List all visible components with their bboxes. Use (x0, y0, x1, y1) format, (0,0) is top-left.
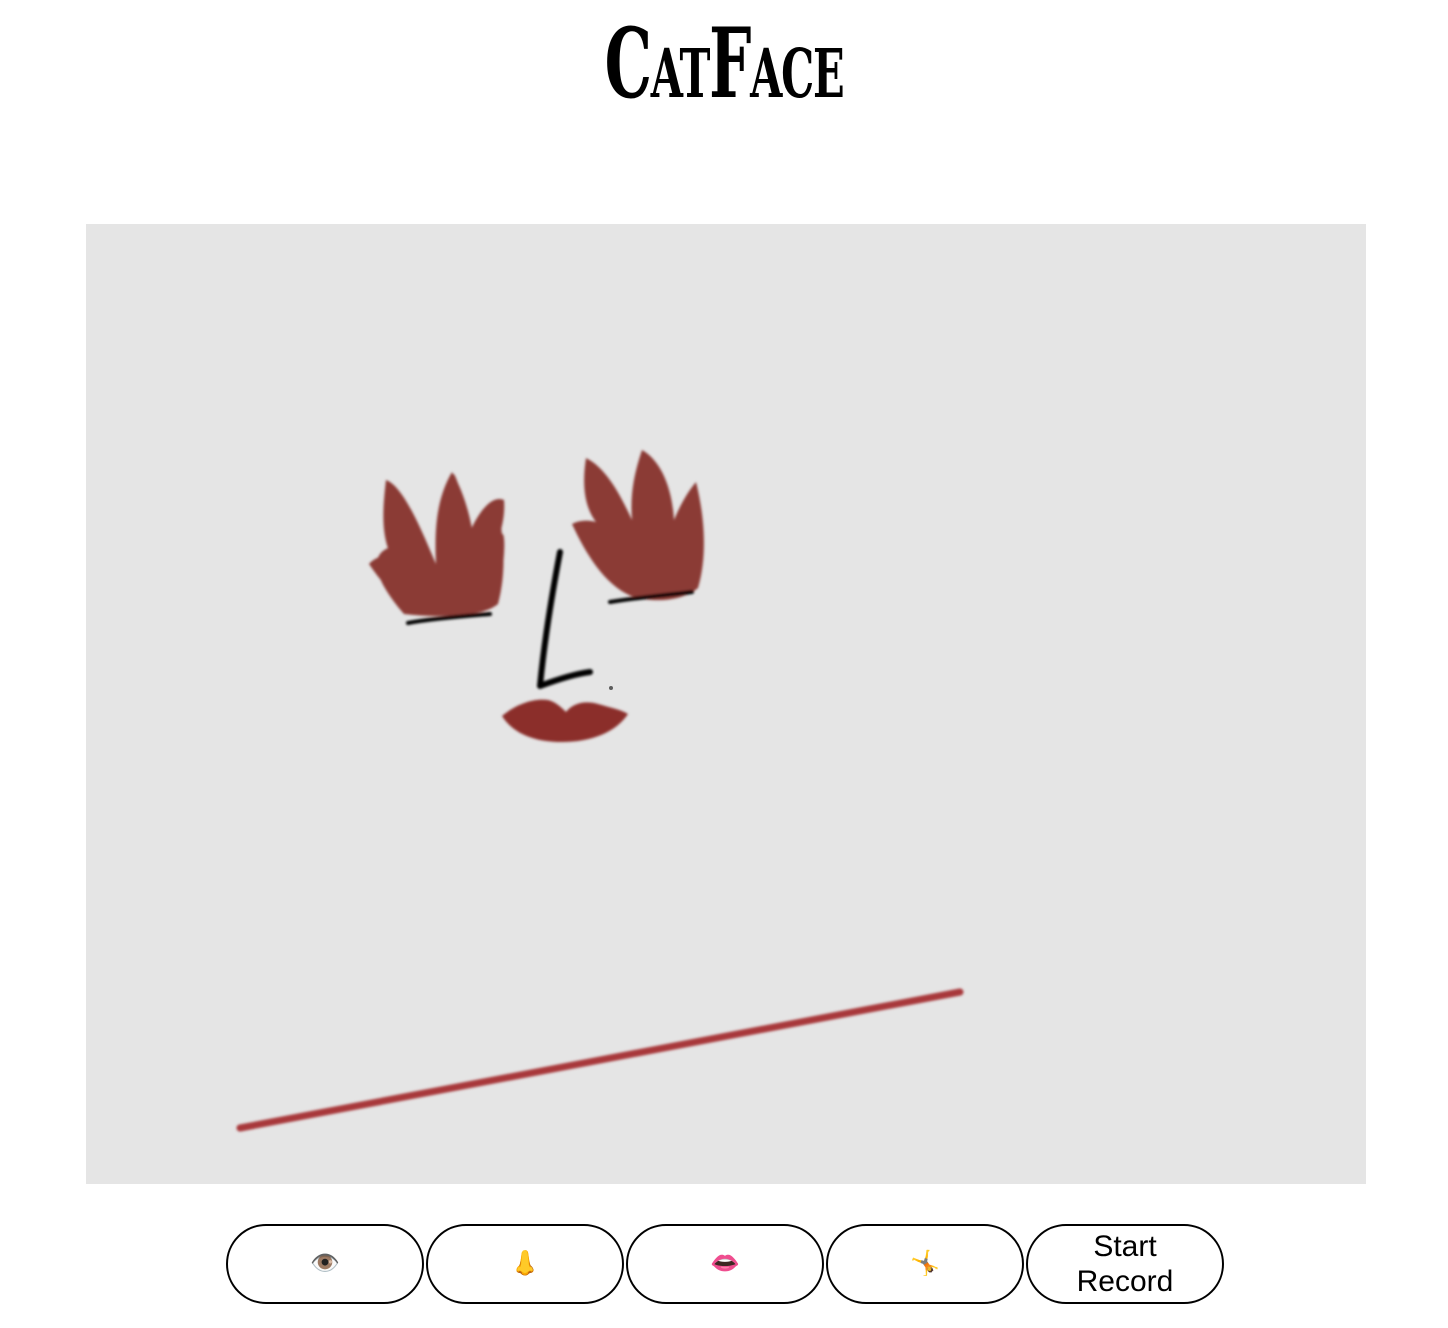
red-line-stroke (236, 988, 964, 1132)
cartwheel-icon: 🤸 (910, 1250, 940, 1277)
start-record-button[interactable]: Start Record (1026, 1224, 1224, 1304)
page-title: CatFace (604, 7, 845, 120)
nose-tool-button[interactable]: 👃 (426, 1224, 624, 1304)
drawing-canvas[interactable] (86, 224, 1366, 1184)
drawing-surface[interactable] (86, 224, 1366, 1184)
tool-toolbar: 👁️ 👃 👄 🤸 Start Record (226, 1224, 1226, 1304)
eye-icon: 👁️ (310, 1250, 340, 1277)
nose-stroke (537, 549, 593, 689)
eye-tool-button[interactable]: 👁️ (226, 1224, 424, 1304)
right-eye-shape (572, 450, 704, 604)
start-record-label: Start Record (1076, 1229, 1174, 1298)
lips-fill (502, 699, 628, 742)
nose-dot (609, 686, 613, 690)
lips-tool-button[interactable]: 👄 (626, 1224, 824, 1304)
app-root: CatFace 👁️ 👃 👄 🤸 Start Record (0, 0, 1448, 1328)
lips-shape (502, 699, 628, 742)
lips-icon: 👄 (710, 1250, 740, 1277)
cartwheel-tool-button[interactable]: 🤸 (826, 1224, 1024, 1304)
left-eye-shape (369, 472, 505, 625)
nose-icon: 👃 (510, 1250, 540, 1277)
right-eye-lashes (572, 450, 704, 601)
